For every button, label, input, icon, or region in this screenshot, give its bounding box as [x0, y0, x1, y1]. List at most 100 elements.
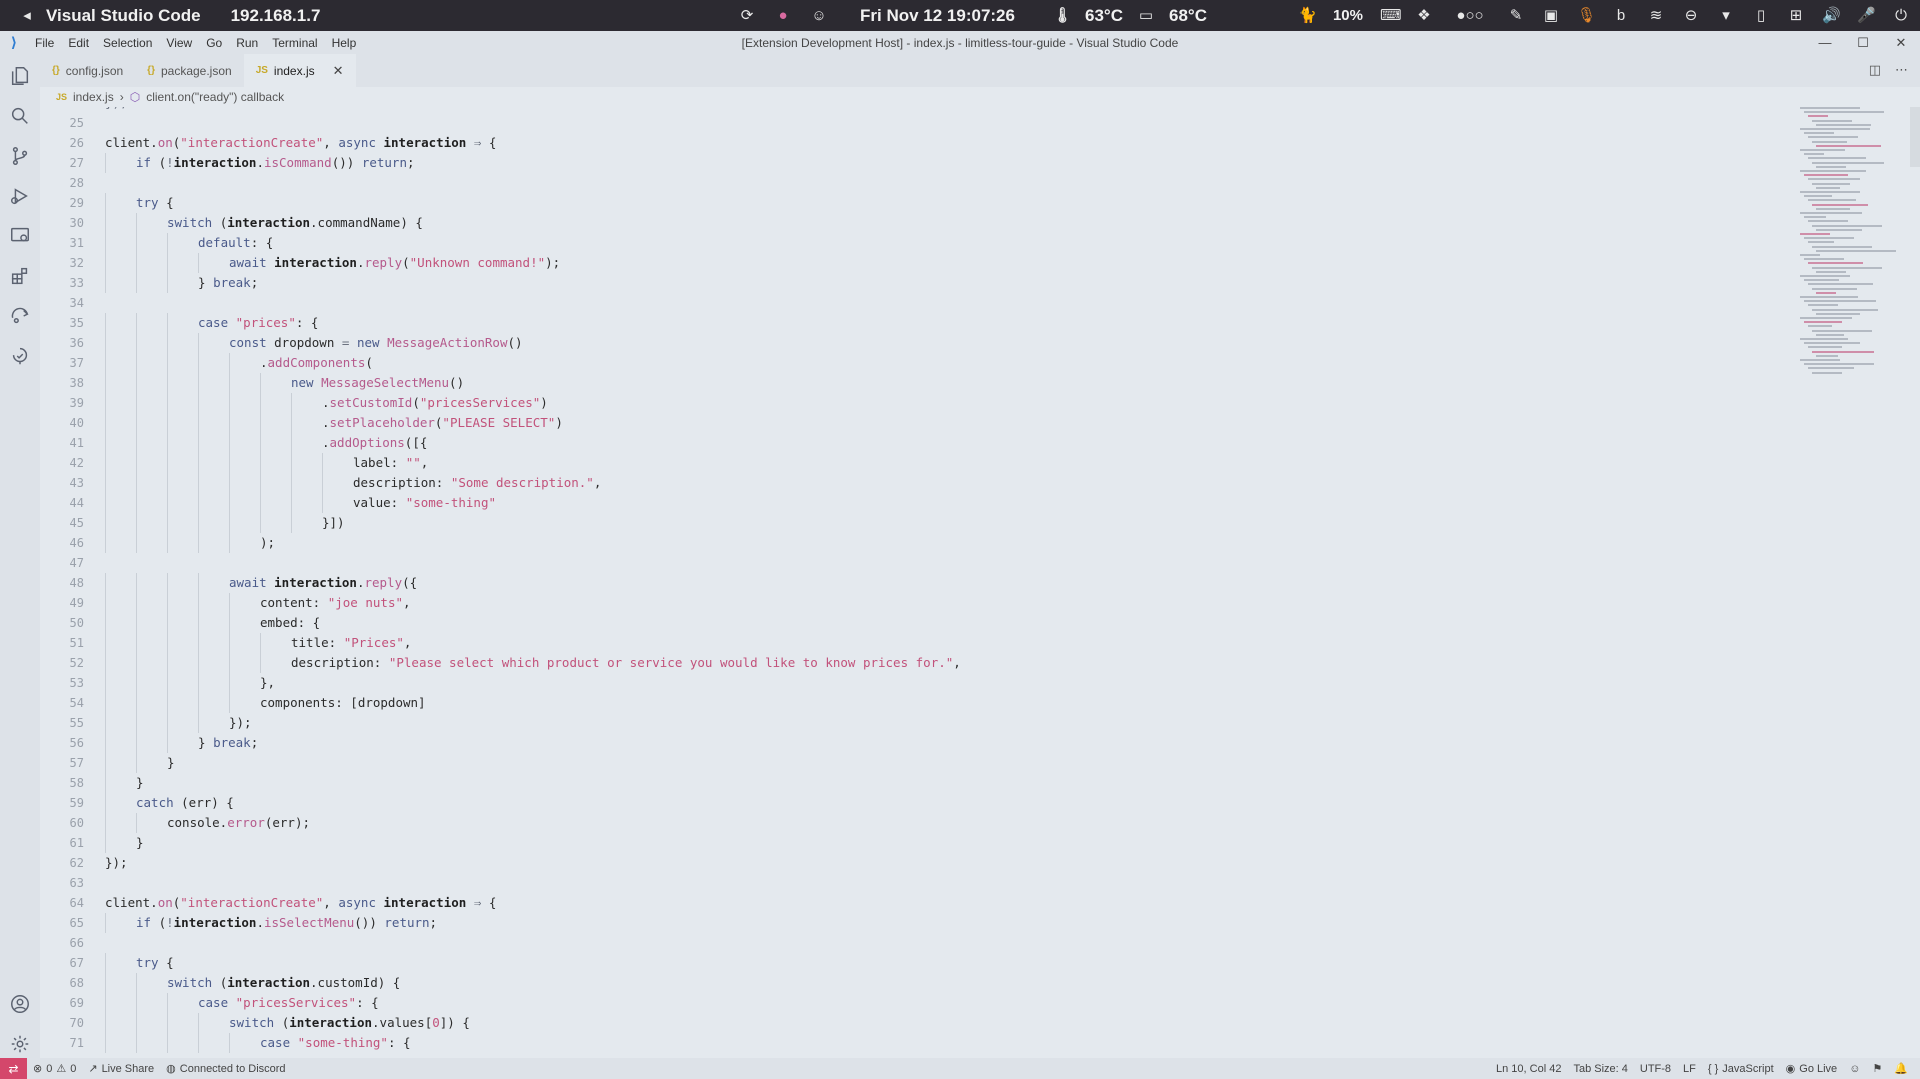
code-text: }); [105, 107, 128, 113]
explorer-icon[interactable] [8, 64, 32, 88]
tab-index-js[interactable]: JS index.js ✕ [243, 54, 356, 87]
minimap-line [1808, 325, 1832, 328]
minimize-button[interactable]: — [1806, 35, 1844, 51]
menu-selection[interactable]: Selection [96, 36, 159, 50]
tab-size[interactable]: Tab Size: 4 [1567, 1063, 1633, 1075]
network-icon[interactable]: ⊞ [1787, 7, 1805, 25]
discord-icon[interactable]: ☺ [810, 7, 828, 25]
volume-percent: 10% [1332, 7, 1363, 24]
scrollbar-thumb[interactable] [1910, 107, 1920, 167]
indent-guide [260, 513, 261, 533]
vscode-app-icon[interactable]: ◂ [18, 7, 36, 25]
minimap-line [1800, 359, 1840, 361]
workspaces-icon[interactable]: ❖ [1415, 7, 1433, 25]
terminal-icon[interactable]: ▣ [1542, 7, 1560, 25]
thermometer-icon: 🌡 [1053, 6, 1073, 24]
live-share-icon[interactable] [8, 304, 32, 328]
tab-package-json[interactable]: {} package.json [135, 54, 244, 87]
maximize-button[interactable]: ☐ [1844, 35, 1882, 51]
line-number: 45 [69, 516, 84, 530]
keyboard-icon[interactable]: ⌨ [1380, 7, 1402, 25]
active-app-name[interactable]: Visual Studio Code [46, 6, 201, 26]
go-live-button[interactable]: ◉ Go Live [1780, 1062, 1844, 1076]
more-actions-icon[interactable]: ⋯ [1895, 62, 1908, 78]
copilot-icon[interactable]: ☺ [1843, 1063, 1866, 1075]
indent-guide [136, 473, 137, 493]
indent-guide [105, 213, 106, 233]
notifications-bell-icon[interactable]: 🔔 [1888, 1062, 1914, 1075]
line-number: 43 [69, 476, 84, 490]
menu-file[interactable]: File [28, 36, 61, 50]
chevron-down-icon[interactable]: ▾ [1717, 7, 1735, 25]
discord-status[interactable]: ◍ Connected to Discord [160, 1062, 291, 1076]
color-picker-icon[interactable]: ✎ [1507, 7, 1525, 25]
problems-indicator[interactable]: ⊗ 0 ⚠ 0 [27, 1062, 82, 1076]
minimap-line [1800, 170, 1866, 172]
indent-guide [229, 393, 230, 413]
code-text: case "some-thing": { [260, 1035, 411, 1050]
menu-help[interactable]: Help [325, 36, 364, 50]
discord-label: Connected to Discord [179, 1062, 286, 1075]
mic-icon[interactable]: 🎤 [1857, 7, 1876, 25]
menu-edit[interactable]: Edit [61, 36, 96, 50]
indent-guide [229, 593, 230, 613]
vpn-icon[interactable]: ⊖ [1682, 7, 1700, 25]
cursor-position[interactable]: Ln 10, Col 42 [1490, 1063, 1567, 1075]
indent-guide [167, 253, 168, 273]
breadcrumb-file[interactable]: index.js [73, 90, 114, 104]
encoding[interactable]: UTF-8 [1634, 1063, 1677, 1075]
close-tab-icon[interactable]: ✕ [333, 63, 344, 79]
testing-icon[interactable] [8, 344, 32, 368]
indent-guide [105, 253, 106, 273]
audio-wave-icon[interactable]: ≋ [1647, 7, 1665, 25]
settings-gear-icon[interactable] [8, 1032, 32, 1056]
indent-guide [167, 353, 168, 373]
speaker-icon[interactable]: 🔊 [1822, 7, 1841, 25]
search-icon[interactable] [8, 104, 32, 128]
run-debug-icon[interactable] [8, 184, 32, 208]
tab-config-json[interactable]: {} config.json [40, 54, 135, 87]
editor-scrollbar[interactable] [1910, 107, 1920, 1058]
indent-guide [167, 273, 168, 293]
indent-guide [105, 813, 106, 833]
live-share-status[interactable]: ↗ Live Share [82, 1062, 160, 1076]
workspace-dots-icon[interactable]: ●○○ [1450, 7, 1490, 25]
language-mode[interactable]: { } JavaScript [1702, 1063, 1780, 1075]
clock[interactable]: Fri Nov 12 19:07:26 [860, 6, 1015, 26]
end-of-line[interactable]: LF [1677, 1063, 1702, 1075]
split-editor-icon[interactable]: ◫ [1869, 62, 1881, 78]
power-icon[interactable]: ⏻ [1892, 7, 1910, 25]
remote-indicator-icon[interactable]: ⇄ [0, 1058, 27, 1079]
accounts-icon[interactable] [8, 992, 32, 1016]
indent-guide [136, 453, 137, 473]
line-number: 29 [69, 196, 84, 210]
steam-icon[interactable]: ⟳ [738, 7, 756, 25]
close-window-button[interactable]: ✕ [1882, 35, 1920, 51]
line-number: 57 [69, 756, 84, 770]
minimap-line [1812, 182, 1850, 185]
line-number: 53 [69, 676, 84, 690]
line-number: 34 [69, 296, 84, 310]
menu-run[interactable]: Run [229, 36, 265, 50]
indent-guide [105, 713, 106, 733]
clipboard-icon[interactable]: ▯ [1752, 7, 1770, 25]
indent-guide [167, 413, 168, 433]
menu-terminal[interactable]: Terminal [265, 36, 324, 50]
code-editor[interactable]: 24});2526client.on("interactionCreate", … [40, 107, 1920, 1058]
menu-view[interactable]: View [159, 36, 199, 50]
extensions-icon[interactable] [8, 264, 32, 288]
microphone-icon[interactable]: 🎙 [1577, 7, 1596, 25]
cat-icon[interactable]: 🐈 [1298, 7, 1317, 25]
minimap[interactable] [1800, 107, 1910, 407]
breadcrumb-symbol[interactable]: client.on("ready") callback [146, 90, 284, 104]
feedback-icon[interactable]: ⚑ [1866, 1062, 1888, 1075]
line-number: 62 [69, 856, 84, 870]
indent-guide [291, 453, 292, 473]
bing-icon[interactable]: b [1612, 7, 1630, 25]
firefox-icon[interactable]: ● [774, 7, 792, 25]
menu-go[interactable]: Go [199, 36, 229, 50]
tab-label: package.json [160, 63, 232, 78]
remote-explorer-icon[interactable] [8, 224, 32, 248]
source-control-icon[interactable] [8, 144, 32, 168]
minimap-line [1800, 149, 1845, 151]
